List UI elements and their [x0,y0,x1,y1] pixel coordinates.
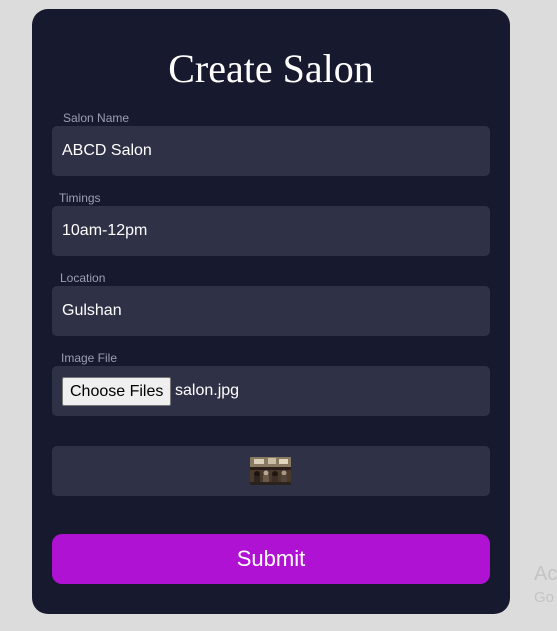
create-salon-card: Create Salon Salon Name Timings Location… [32,9,510,614]
timings-input[interactable] [52,206,490,256]
salon-name-input[interactable] [52,126,490,176]
location-field [52,286,490,336]
submit-button[interactable]: Submit [52,534,490,584]
page: Create Salon Salon Name Timings Location… [0,0,557,631]
salon-photo-thumbnail-icon [250,457,291,485]
image-file-field: Choose Files salon.jpg [52,366,490,416]
activation-watermark: Ac Go [534,564,557,605]
location-input[interactable] [52,286,490,336]
salon-name-label: Salon Name [63,111,130,125]
timings-label: Timings [59,191,101,205]
salon-name-field [52,126,490,176]
page-title: Create Salon [168,46,374,91]
image-file-label: Image File [61,351,118,365]
watermark-line-1: Ac [534,563,557,585]
watermark-line-2: Go [534,589,555,606]
timings-field [52,206,490,256]
selected-file-name: salon.jpg [175,382,240,399]
choose-files-button[interactable]: Choose Files [62,377,172,406]
image-preview-box [52,446,490,496]
location-label: Location [60,271,106,285]
